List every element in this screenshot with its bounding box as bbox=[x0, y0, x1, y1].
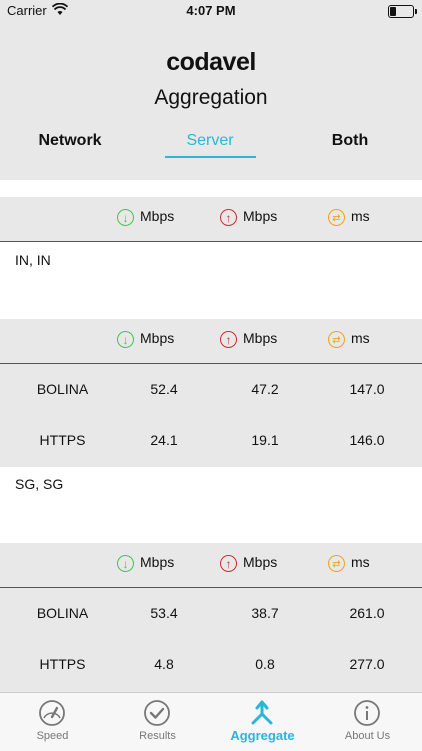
merge-arrows-icon bbox=[251, 700, 273, 725]
table-row: HTTPS 24.1 19.1 146.0 bbox=[0, 415, 422, 465]
tabbar-label: Aggregate bbox=[230, 728, 295, 743]
battery-icon bbox=[388, 5, 417, 18]
tab-both[interactable]: Both bbox=[280, 132, 420, 150]
status-time: 4:07 PM bbox=[186, 3, 236, 18]
checkmark-icon bbox=[144, 700, 170, 726]
column-header: ↓ Mbps ↑ Mbps ⇄ ms bbox=[0, 319, 422, 364]
latency-icon: ⇄ bbox=[328, 208, 345, 226]
upload-icon: ↑ bbox=[220, 554, 237, 572]
tab-server[interactable]: Server bbox=[140, 132, 280, 158]
latency-value: 277.0 bbox=[349, 656, 385, 672]
tabbar-label: About Us bbox=[344, 730, 391, 742]
upload-value: 38.7 bbox=[251, 605, 279, 621]
status-bar: Carrier 4:07 PM bbox=[0, 0, 422, 22]
download-value: 24.1 bbox=[150, 432, 178, 448]
column-header: ↓ Mbps ↑ Mbps ⇄ ms bbox=[0, 197, 422, 242]
download-icon: ↓ bbox=[117, 208, 134, 226]
active-tab-underline bbox=[165, 156, 256, 158]
info-icon bbox=[354, 700, 380, 726]
upload-value: 47.2 bbox=[251, 381, 279, 397]
download-value: 52.4 bbox=[150, 381, 178, 397]
upload-icon: ↑ bbox=[220, 208, 237, 226]
download-icon: ↓ bbox=[117, 330, 134, 348]
data-rows: BOLINA 52.4 47.2 147.0 HTTPS 24.1 19.1 1… bbox=[0, 364, 422, 467]
segment-tabs: Network Server Both bbox=[0, 132, 422, 162]
page-title: Aggregation bbox=[154, 86, 268, 109]
header: codavel Aggregation Network Server Both bbox=[0, 22, 422, 180]
upload-icon: ↑ bbox=[220, 330, 237, 348]
tab-network[interactable]: Network bbox=[0, 132, 140, 150]
tabbar-item-results[interactable]: Results bbox=[105, 693, 210, 751]
latency-value: 146.0 bbox=[349, 432, 385, 448]
data-rows: BOLINA 53.4 38.7 261.0 HTTPS 4.8 0.8 277… bbox=[0, 588, 422, 692]
codavel-logo: codavel bbox=[166, 48, 256, 76]
latency-icon: ⇄ bbox=[328, 330, 345, 348]
latency-value: 261.0 bbox=[349, 605, 385, 621]
latency-icon: ⇄ bbox=[328, 554, 345, 572]
tabbar-item-about-us[interactable]: About Us bbox=[315, 693, 420, 751]
table-row: HTTPS 4.8 0.8 277.0 bbox=[0, 639, 422, 689]
table-row: BOLINA 53.4 38.7 261.0 bbox=[0, 588, 422, 638]
protocol-label: HTTPS bbox=[39, 432, 86, 448]
protocol-label: BOLINA bbox=[36, 381, 89, 397]
download-value: 53.4 bbox=[150, 605, 178, 621]
column-header: ↓ Mbps ↑ Mbps ⇄ ms bbox=[0, 543, 422, 588]
protocol-label: BOLINA bbox=[36, 605, 89, 621]
tabbar-label: Speed bbox=[36, 730, 69, 742]
download-icon: ↓ bbox=[117, 554, 134, 572]
latency-value: 147.0 bbox=[349, 381, 385, 397]
region-title: SG, SG bbox=[15, 476, 64, 492]
upload-value: 0.8 bbox=[255, 656, 275, 672]
region-title: IN, IN bbox=[15, 252, 51, 268]
tabbar-label: Results bbox=[139, 730, 176, 742]
tabbar-item-speed[interactable]: Speed bbox=[0, 693, 105, 751]
upload-value: 19.1 bbox=[251, 432, 279, 448]
table-row: BOLINA 52.4 47.2 147.0 bbox=[0, 364, 422, 414]
protocol-label: HTTPS bbox=[39, 656, 86, 672]
results-list[interactable]: ↓ Mbps ↑ Mbps ⇄ ms IN, IN ↓ Mbps ↑ Mbps ⇄ ms B… bbox=[0, 180, 422, 692]
tabbar-item-aggregate[interactable]: Aggregate bbox=[210, 693, 315, 751]
bottom-tab-bar: Speed Results Aggregate About Us bbox=[0, 692, 422, 751]
download-value: 4.8 bbox=[154, 656, 174, 672]
speedometer-icon bbox=[39, 700, 65, 726]
